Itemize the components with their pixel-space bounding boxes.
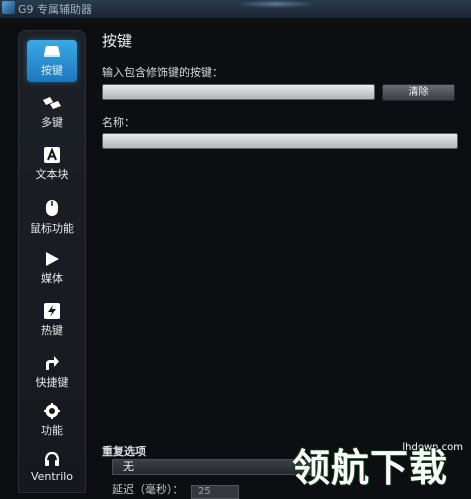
mouse-icon (27, 199, 77, 217)
watermark: lhdown.com 领航下载 (290, 432, 471, 493)
sidebar-item-multikey[interactable]: 多键 (27, 92, 77, 134)
repeat-select-value: 无 (123, 460, 134, 473)
shortcut-arrow-icon (27, 355, 77, 371)
sidebar-item-label: 快捷键 (35, 376, 69, 389)
sidebar-item-key[interactable]: 按键 (27, 40, 77, 82)
key-editor-panel: 按键 输入包含修饰键的按键： 清除 名称： 重复选项 无 延迟（毫秒）： (92, 24, 471, 496)
clear-button[interactable]: 清除 (382, 84, 455, 101)
app-icon (2, 1, 15, 14)
title-glow (236, 0, 316, 8)
sidebar-item-label: 鼠标功能 (30, 222, 74, 235)
function-gear-icon (27, 403, 77, 419)
name-input[interactable] (102, 133, 458, 149)
sidebar-item-text-block[interactable]: 文本块 (27, 144, 77, 186)
sidebar-item-hotkey[interactable]: 热键 (27, 300, 77, 342)
sidebar-item-ventrilo[interactable]: Ventrilo (27, 448, 77, 490)
title-bar: G9 专属辅助器 (0, 0, 471, 18)
sidebar-item-label: 媒体 (41, 272, 63, 285)
page-title: 按键 (102, 32, 133, 50)
hotkey-icon (27, 303, 77, 319)
name-field-label: 名称： (102, 116, 135, 129)
key-icon (27, 43, 77, 59)
sidebar-item-label: 功能 (41, 424, 63, 437)
sidebar-item-label: 热键 (41, 324, 63, 337)
sidebar-item-function[interactable]: 功能 (27, 400, 77, 442)
key-input[interactable] (102, 84, 375, 100)
delay-input[interactable]: 25 (191, 485, 239, 499)
key-field-label: 输入包含修饰键的按键： (102, 66, 223, 79)
media-play-icon (27, 251, 77, 267)
delay-label: 延迟（毫秒）： (112, 483, 184, 496)
sidebar-item-label: 文本块 (35, 168, 69, 181)
sidebar-item-mouse[interactable]: 鼠标功能 (27, 196, 77, 238)
window-title: G9 专属辅助器 (18, 3, 93, 16)
watermark-text: 领航下载 (292, 446, 449, 490)
command-sidebar: 按键 多键 文本块 鼠标功能 媒体 热键 快捷键 功能 Ventrilo (18, 30, 86, 493)
headset-icon (27, 451, 77, 467)
sidebar-item-media[interactable]: 媒体 (27, 248, 77, 290)
sidebar-item-label: Ventrilo (30, 470, 74, 483)
sidebar-item-label: 多键 (41, 116, 63, 129)
sidebar-item-label: 按键 (41, 64, 63, 77)
multi-key-icon (27, 95, 77, 111)
text-block-icon (27, 147, 77, 163)
sidebar-item-shortcut[interactable]: 快捷键 (27, 352, 77, 394)
repeat-options-label: 重复选项 (102, 445, 146, 458)
